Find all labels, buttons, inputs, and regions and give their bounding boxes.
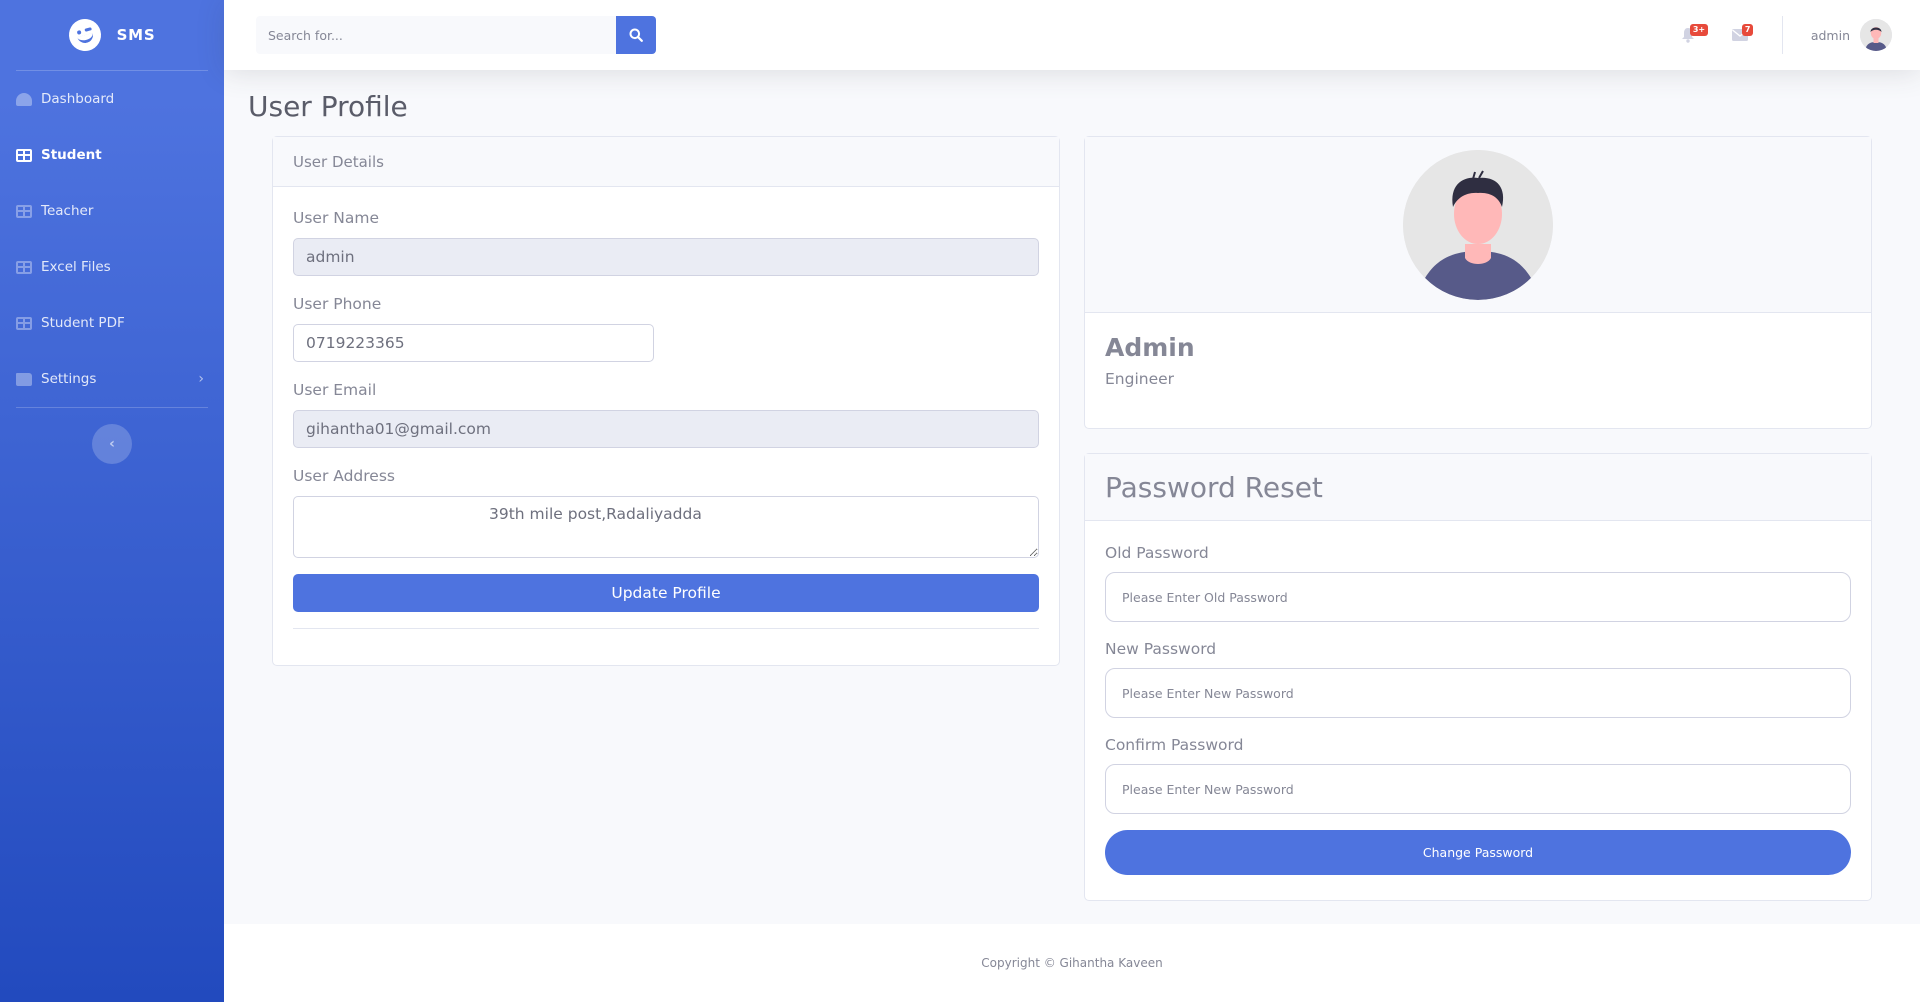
confirm-password-label: Confirm Password xyxy=(1105,736,1244,754)
sidebar-item-label: Excel Files xyxy=(41,259,111,275)
topbar-search xyxy=(256,16,656,54)
topbar-user-name[interactable]: admin xyxy=(1811,28,1850,43)
messages-dropdown[interactable]: 7 xyxy=(1714,0,1766,70)
messages-badge: 7 xyxy=(1741,24,1754,36)
profile-avatar xyxy=(1403,149,1553,300)
card-header: User Details xyxy=(273,137,1059,187)
profile-card: Admin Engineer xyxy=(1084,136,1872,429)
sidebar-item-teacher[interactable]: Teacher xyxy=(0,183,224,239)
topbar: 3+ 7 admin xyxy=(224,0,1920,70)
chevron-right-icon: › xyxy=(198,371,204,387)
brand-name: SMS xyxy=(116,26,156,44)
alerts-dropdown[interactable]: 3+ xyxy=(1662,0,1714,70)
tachometer-icon xyxy=(16,92,32,106)
user-details-card: User Details User Name User Phone User E… xyxy=(272,136,1060,666)
sidebar-item-label: Dashboard xyxy=(41,91,115,107)
sidebar-toggle-button[interactable]: ‹ xyxy=(92,424,132,464)
sidebar-item-settings[interactable]: Settings › xyxy=(0,351,224,407)
table-icon xyxy=(16,260,32,274)
page-title: User Profile xyxy=(248,90,408,123)
alerts-badge: 3+ xyxy=(1689,24,1709,36)
new-password-label: New Password xyxy=(1105,640,1217,658)
footer: Copyright © Gihantha Kaveen xyxy=(224,924,1920,1002)
table-icon xyxy=(16,204,32,218)
profile-card-header xyxy=(1085,137,1871,313)
sidebar: SMS Dashboard Student Teacher Excel File… xyxy=(0,0,224,1002)
sidebar-divider xyxy=(16,407,208,408)
profile-role: Engineer xyxy=(1105,370,1175,388)
table-icon xyxy=(16,148,32,162)
sidebar-item-label: Student PDF xyxy=(41,315,125,331)
chevron-left-icon: ‹ xyxy=(109,436,115,452)
sidebar-item-label: Student xyxy=(41,147,102,163)
search-icon xyxy=(629,28,643,42)
folder-icon xyxy=(16,372,32,386)
phone-label: User Phone xyxy=(293,295,382,313)
topbar-right: 3+ 7 admin xyxy=(1662,0,1920,70)
profile-name: Admin xyxy=(1105,333,1195,362)
sidebar-item-excel-files[interactable]: Excel Files xyxy=(0,239,224,295)
sidebar-item-label: Teacher xyxy=(41,203,94,219)
address-label: User Address xyxy=(293,467,395,485)
user-avatar[interactable] xyxy=(1860,19,1892,51)
topbar-divider xyxy=(1781,16,1783,54)
sidebar-brand[interactable]: SMS xyxy=(0,0,224,70)
address-field[interactable]: 39th mile post,Radaliyadda xyxy=(293,496,1039,558)
confirm-password-input[interactable] xyxy=(1105,764,1851,814)
password-reset-card: Password Reset Old Password New Password… xyxy=(1084,453,1872,901)
search-button[interactable] xyxy=(616,16,656,54)
sidebar-item-dashboard[interactable]: Dashboard xyxy=(0,71,224,127)
email-field[interactable] xyxy=(293,410,1039,448)
new-password-input[interactable] xyxy=(1105,668,1851,718)
old-password-input[interactable] xyxy=(1105,572,1851,622)
card-divider xyxy=(293,628,1039,629)
password-reset-title: Password Reset xyxy=(1085,454,1871,521)
table-icon xyxy=(16,316,32,330)
update-profile-button[interactable]: Update Profile xyxy=(293,574,1039,612)
copyright-text: Copyright © Gihantha Kaveen xyxy=(981,956,1163,970)
laugh-wink-icon xyxy=(64,15,105,55)
username-label: User Name xyxy=(293,209,379,227)
email-label: User Email xyxy=(293,381,377,399)
change-password-button[interactable]: Change Password xyxy=(1105,830,1851,875)
sidebar-item-student-pdf[interactable]: Student PDF xyxy=(0,295,224,351)
old-password-label: Old Password xyxy=(1105,544,1209,562)
sidebar-item-label: Settings xyxy=(41,371,97,387)
phone-field[interactable] xyxy=(293,324,654,362)
search-input[interactable] xyxy=(256,16,616,54)
sidebar-item-student[interactable]: Student xyxy=(0,127,224,183)
username-field[interactable] xyxy=(293,238,1039,276)
